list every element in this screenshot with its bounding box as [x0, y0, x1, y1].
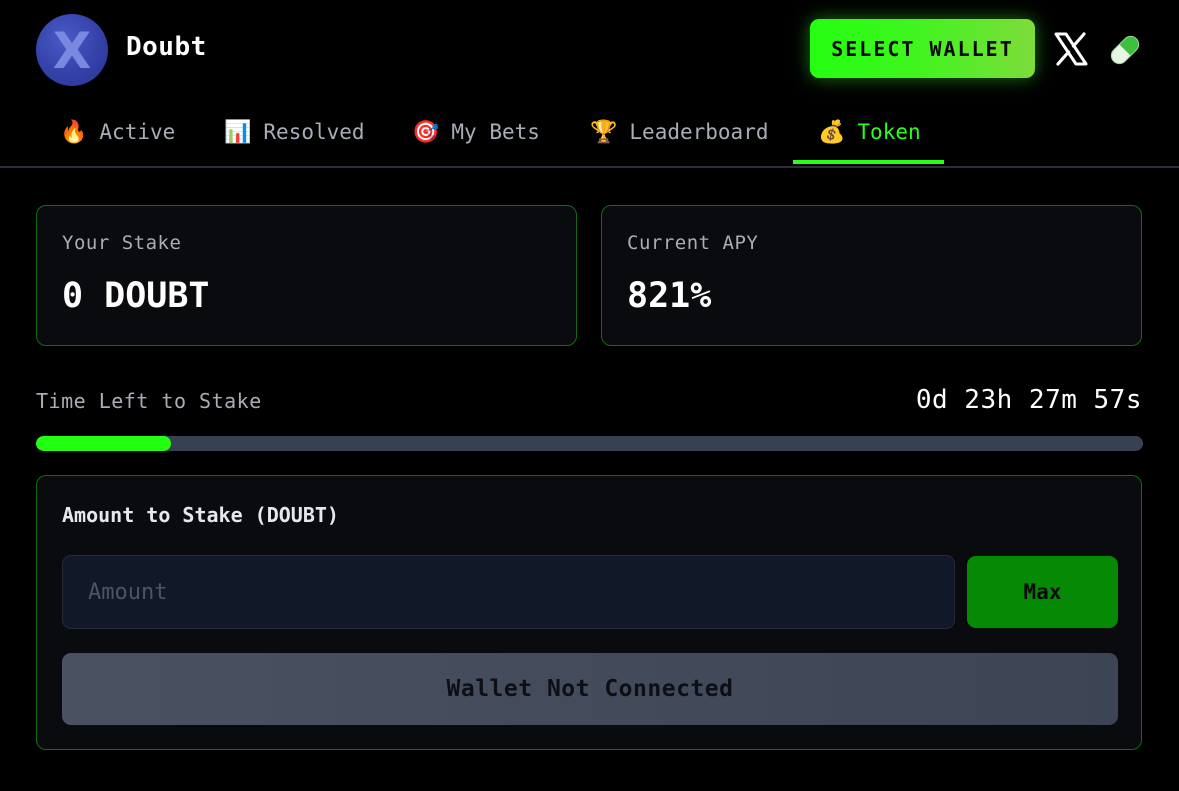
page: X Doubt SELECT WALLET 🔥 Active 📊 Resolve… — [0, 0, 1179, 791]
max-button[interactable]: Max — [967, 556, 1118, 628]
tab-bar: 🔥 Active 📊 Resolved 🎯 My Bets 🏆 Leaderbo… — [0, 98, 1179, 168]
tab-resolved[interactable]: 📊 Resolved — [224, 98, 365, 166]
app-logo[interactable]: X — [36, 14, 108, 86]
trophy-icon: 🏆 — [590, 119, 618, 145]
your-stake-label: Your Stake — [62, 232, 182, 254]
tab-leaderboard[interactable]: 🏆 Leaderboard — [590, 98, 768, 166]
active-tab-indicator — [793, 160, 944, 164]
tab-label: Leaderboard — [629, 120, 769, 144]
select-wallet-button[interactable]: SELECT WALLET — [810, 19, 1035, 78]
tab-label: Resolved — [263, 120, 365, 144]
your-stake-card: Your Stake 0 DOUBT — [36, 205, 577, 346]
amount-input[interactable] — [62, 555, 955, 629]
tab-my-bets[interactable]: 🎯 My Bets — [412, 98, 540, 166]
current-apy-label: Current APY — [627, 232, 759, 254]
stake-time-progress-bar — [36, 436, 1143, 451]
stake-time-progress-fill — [36, 436, 172, 451]
time-left-countdown: 0d 23h 27m 57s — [915, 385, 1142, 415]
wallet-not-connected-button[interactable]: Wallet Not Connected — [62, 653, 1118, 725]
stake-form-panel: Amount to Stake (DOUBT) Max Wallet Not C… — [36, 475, 1142, 750]
tab-active[interactable]: 🔥 Active — [60, 98, 175, 166]
tab-label: Active — [99, 120, 176, 144]
pill-icon[interactable] — [1106, 31, 1144, 69]
current-apy-value: 821% — [627, 276, 712, 316]
amount-to-stake-label: Amount to Stake (DOUBT) — [62, 503, 339, 527]
x-icon[interactable] — [1053, 31, 1089, 67]
tab-token[interactable]: 💰 Token — [818, 98, 921, 166]
logo-letter: X — [52, 22, 92, 80]
target-icon: 🎯 — [412, 119, 440, 145]
tab-label: Token — [857, 120, 921, 144]
time-left-label: Time Left to Stake — [36, 389, 262, 413]
tab-label: My Bets — [451, 120, 540, 144]
current-apy-card: Current APY 821% — [601, 205, 1142, 346]
bar-chart-icon: 📊 — [224, 119, 252, 145]
header: X Doubt SELECT WALLET — [0, 0, 1179, 98]
fire-icon: 🔥 — [60, 119, 88, 145]
your-stake-value: 0 DOUBT — [62, 276, 210, 316]
money-bag-icon: 💰 — [818, 119, 846, 145]
app-name: Doubt — [126, 32, 207, 62]
